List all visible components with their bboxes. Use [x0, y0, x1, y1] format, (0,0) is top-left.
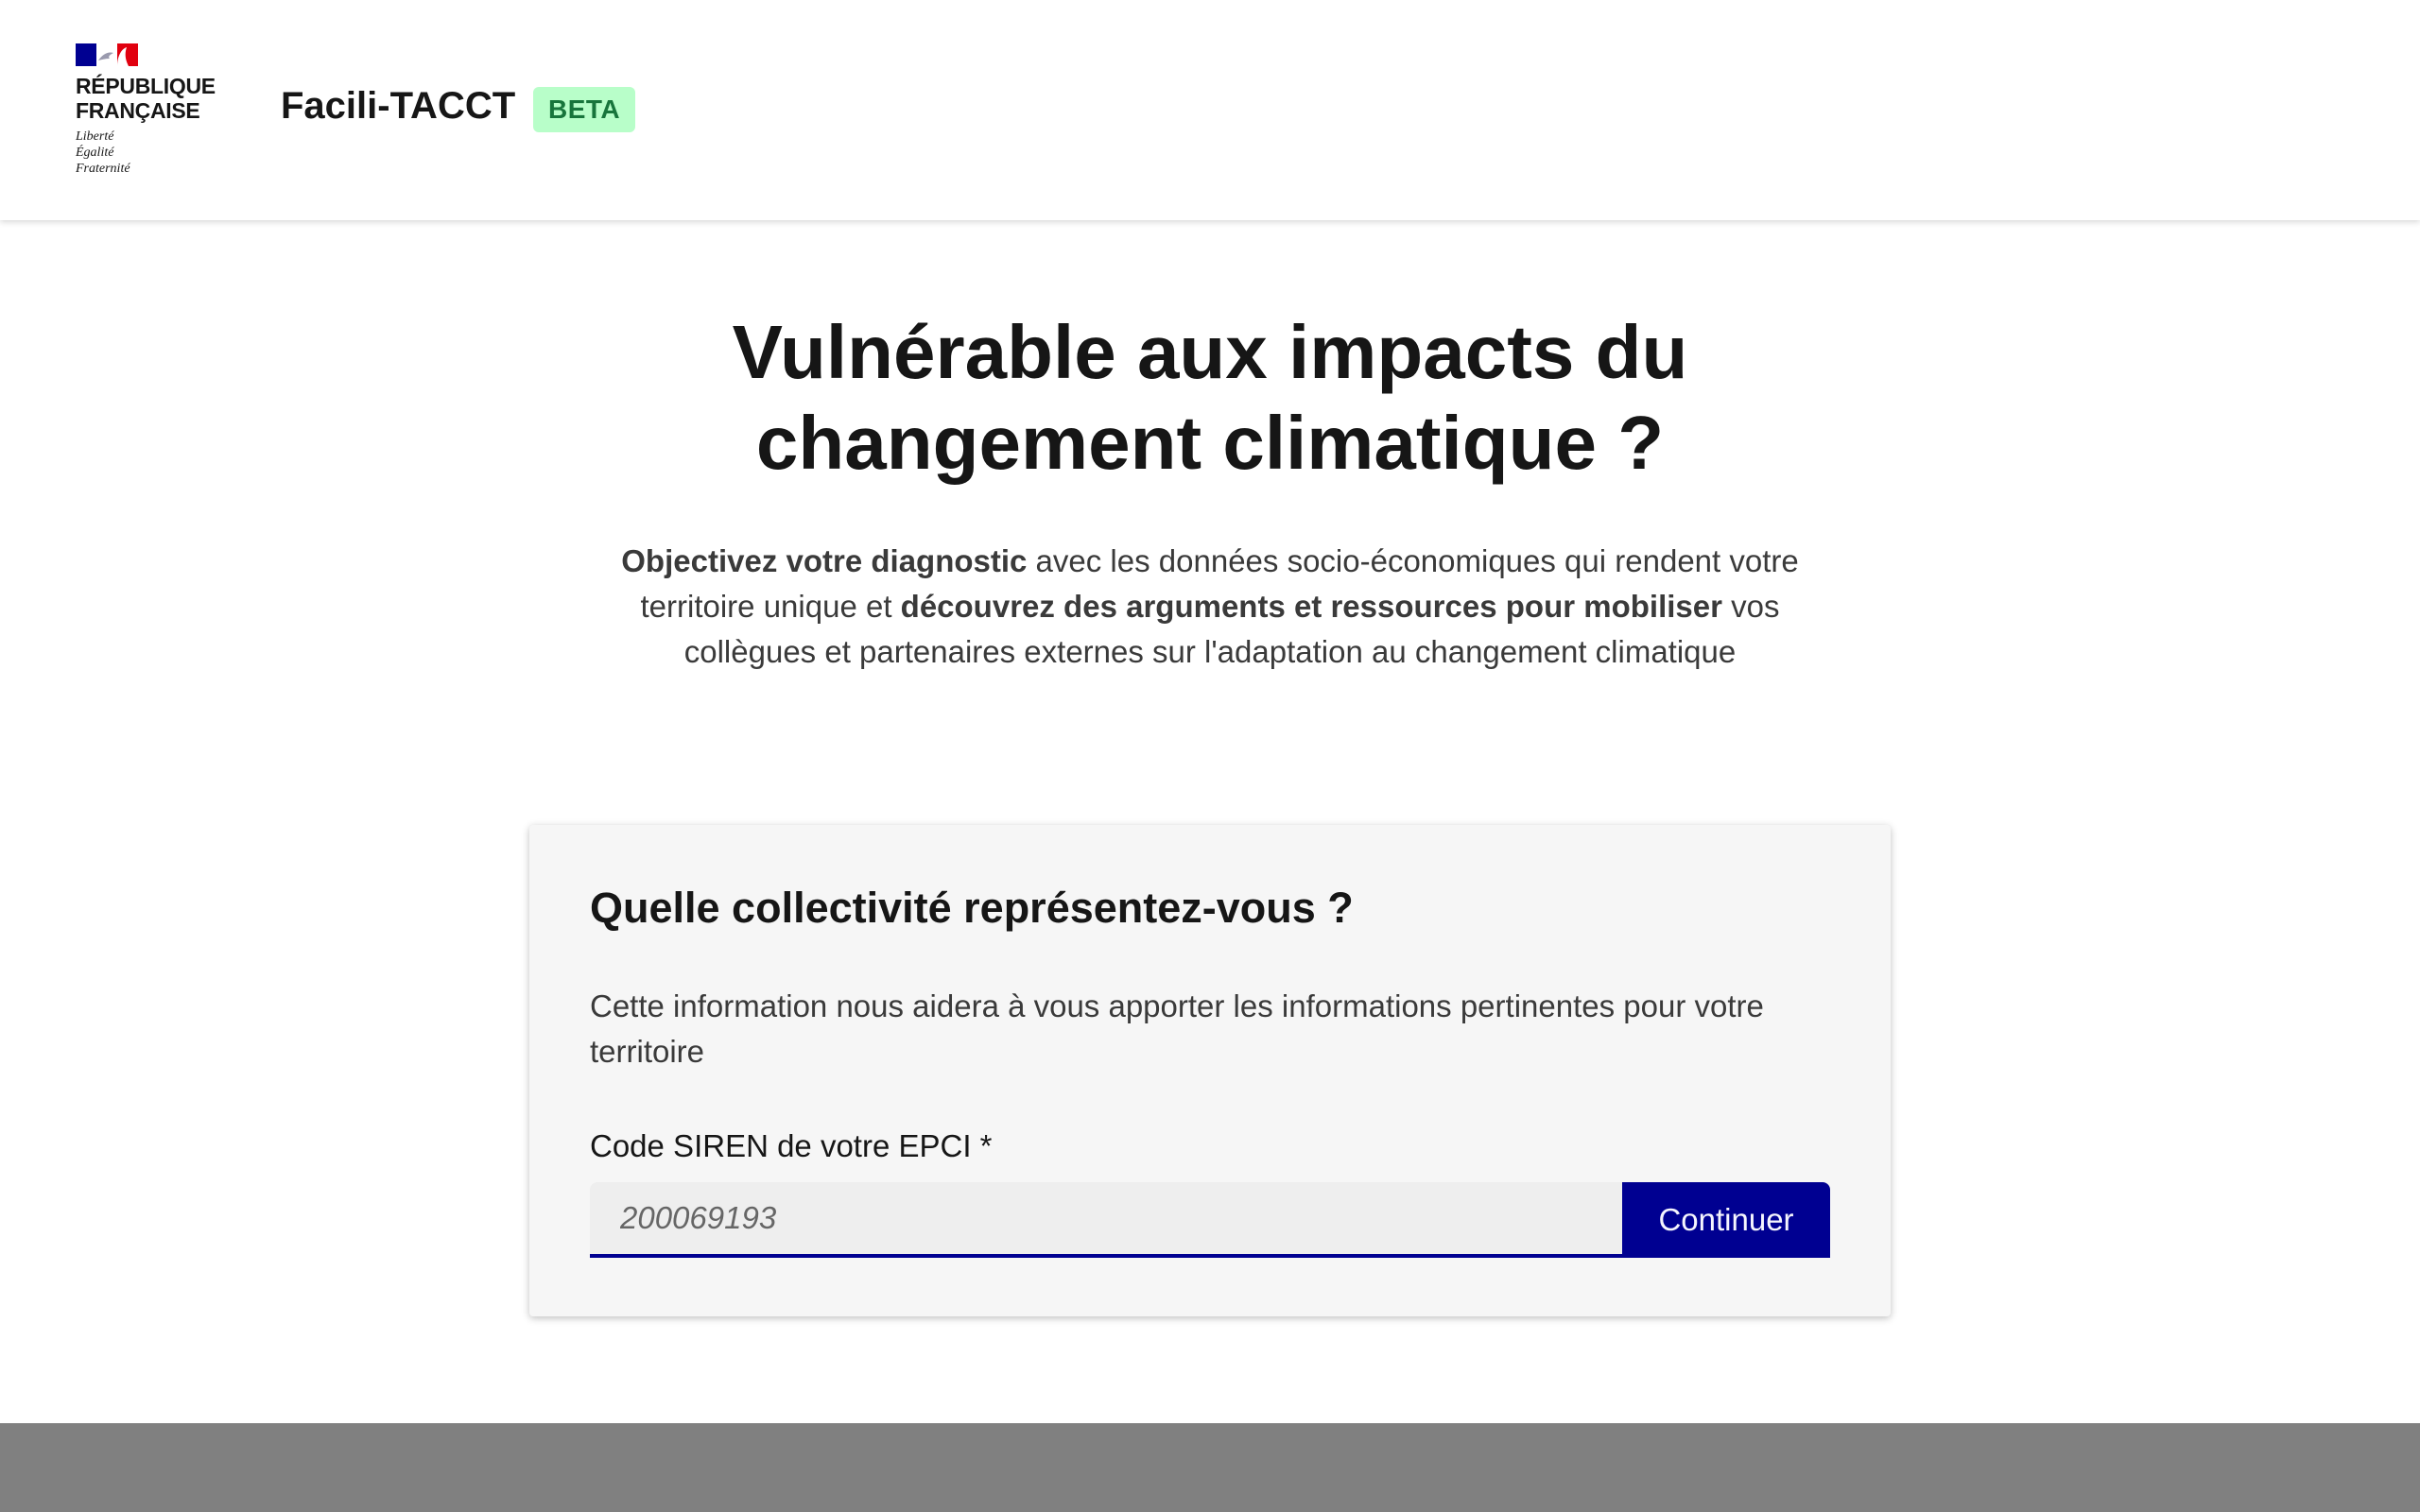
site-header: RÉPUBLIQUE FRANÇAISE Liberté Égalité Fra…	[0, 0, 2420, 220]
service-title[interactable]: Facili-TACCT	[281, 83, 515, 129]
continue-button[interactable]: Continuer	[1622, 1182, 1830, 1258]
siren-input[interactable]	[590, 1182, 1622, 1258]
marianne-flag-icon	[76, 43, 138, 66]
footer-band	[0, 1423, 2420, 1512]
form-title: Quelle collectivité représentez-vous ?	[590, 884, 1354, 932]
republique-francaise-logo[interactable]: RÉPUBLIQUE FRANÇAISE Liberté Égalité Fra…	[76, 43, 227, 185]
republique-francaise-text: RÉPUBLIQUE FRANÇAISE	[76, 74, 216, 123]
form-description: Cette information nous aidera à vous app…	[590, 988, 1764, 1069]
hero-lead-bold-1: Objectivez votre diagnostic	[621, 543, 1028, 578]
republique-motto: Liberté Égalité Fraternité	[76, 129, 130, 176]
collectivite-form-card: Quelle collectivité représentez-vous ? C…	[529, 825, 1891, 1316]
hero-title: Vulnérable aux impacts du changement cli…	[732, 310, 1688, 485]
siren-field-label: Code SIREN de votre EPCI *	[590, 1128, 993, 1163]
hero-lead: Objectivez votre diagnostic avec les don…	[605, 539, 1815, 675]
beta-badge: BETA	[533, 87, 636, 132]
hero-lead-bold-3: découvrez des arguments et ressources po…	[900, 589, 1722, 624]
